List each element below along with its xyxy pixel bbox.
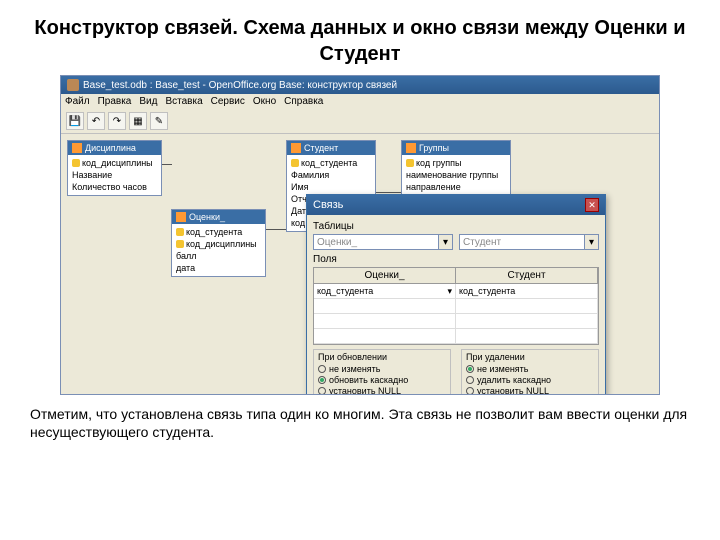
chevron-down-icon[interactable]: ▾ (439, 234, 453, 250)
key-icon (176, 240, 184, 248)
table-header[interactable]: Студент (287, 141, 375, 155)
on-update-group: При обновлении не изменять обновить каск… (313, 349, 451, 394)
key-icon (72, 159, 80, 167)
radio-null[interactable]: установить NULL (318, 386, 446, 394)
fields-grid[interactable]: Оценки_ Студент код_студента▾ код_студен… (313, 267, 599, 345)
grid-col1: Оценки_ (314, 268, 456, 283)
window-title: Base_test.odb : Base_test - OpenOffice.o… (83, 80, 397, 91)
add-table-button[interactable]: ▦ (129, 112, 147, 130)
grid-cell[interactable]: код_студента▾ (314, 284, 456, 298)
menu-view[interactable]: Вид (139, 96, 157, 107)
new-relation-button[interactable]: ✎ (150, 112, 168, 130)
close-button[interactable]: ✕ (585, 198, 599, 212)
table-header[interactable]: Группы (402, 141, 510, 155)
grid-col2: Студент (456, 268, 598, 283)
menu-edit[interactable]: Правка (98, 96, 132, 107)
table-discipline[interactable]: Дисциплина код_дисциплины Название Колич… (67, 140, 162, 196)
relation-line (162, 164, 172, 165)
undo-button[interactable]: ↶ (87, 112, 105, 130)
menubar: Файл Правка Вид Вставка Сервис Окно Спра… (61, 94, 659, 109)
key-icon (406, 159, 414, 167)
app-icon (67, 79, 79, 91)
key-icon (176, 228, 184, 236)
fields-label: Поля (313, 254, 599, 265)
table-header[interactable]: Дисциплина (68, 141, 161, 155)
menu-file[interactable]: Файл (65, 96, 90, 107)
radio-null[interactable]: установить NULL (466, 386, 594, 394)
dialog-titlebar[interactable]: Связь ✕ (307, 195, 605, 215)
table-ocenki[interactable]: Оценки_ код_студента код_дисциплины балл… (171, 209, 266, 277)
titlebar: Base_test.odb : Base_test - OpenOffice.o… (61, 76, 659, 94)
relation-line (266, 229, 286, 230)
relation-line (376, 192, 401, 193)
schema-canvas[interactable]: Дисциплина код_дисциплины Название Колич… (61, 134, 659, 394)
tables-label: Таблицы (313, 221, 599, 232)
table-header[interactable]: Оценки_ (172, 210, 265, 224)
radio-cascade[interactable]: удалить каскадно (466, 375, 594, 385)
radio-none[interactable]: не изменять (466, 364, 594, 374)
menu-insert[interactable]: Вставка (165, 96, 202, 107)
chevron-down-icon[interactable]: ▾ (585, 234, 599, 250)
table2-combo[interactable]: Студент ▾ (459, 234, 599, 250)
relation-dialog: Связь ✕ Таблицы Оценки_ ▾ Студент ▾ (306, 194, 606, 394)
on-delete-group: При удалении не изменять удалить каскадн… (461, 349, 599, 394)
menu-help[interactable]: Справка (284, 96, 323, 107)
menu-window[interactable]: Окно (253, 96, 276, 107)
dialog-title-text: Связь (313, 199, 343, 211)
redo-button[interactable]: ↷ (108, 112, 126, 130)
grid-cell[interactable]: код_студента (456, 284, 598, 298)
radio-cascade[interactable]: обновить каскадно (318, 375, 446, 385)
slide-title: Конструктор связей. Схема данных и окно … (30, 15, 690, 67)
key-icon (291, 159, 299, 167)
table1-combo[interactable]: Оценки_ ▾ (313, 234, 453, 250)
menu-tools[interactable]: Сервис (211, 96, 245, 107)
save-button[interactable]: 💾 (66, 112, 84, 130)
slide-note: Отметим, что установлена связь типа один… (30, 405, 690, 441)
toolbar: 💾 ↶ ↷ ▦ ✎ (61, 109, 659, 134)
app-window: Base_test.odb : Base_test - OpenOffice.o… (60, 75, 660, 395)
radio-none[interactable]: не изменять (318, 364, 446, 374)
